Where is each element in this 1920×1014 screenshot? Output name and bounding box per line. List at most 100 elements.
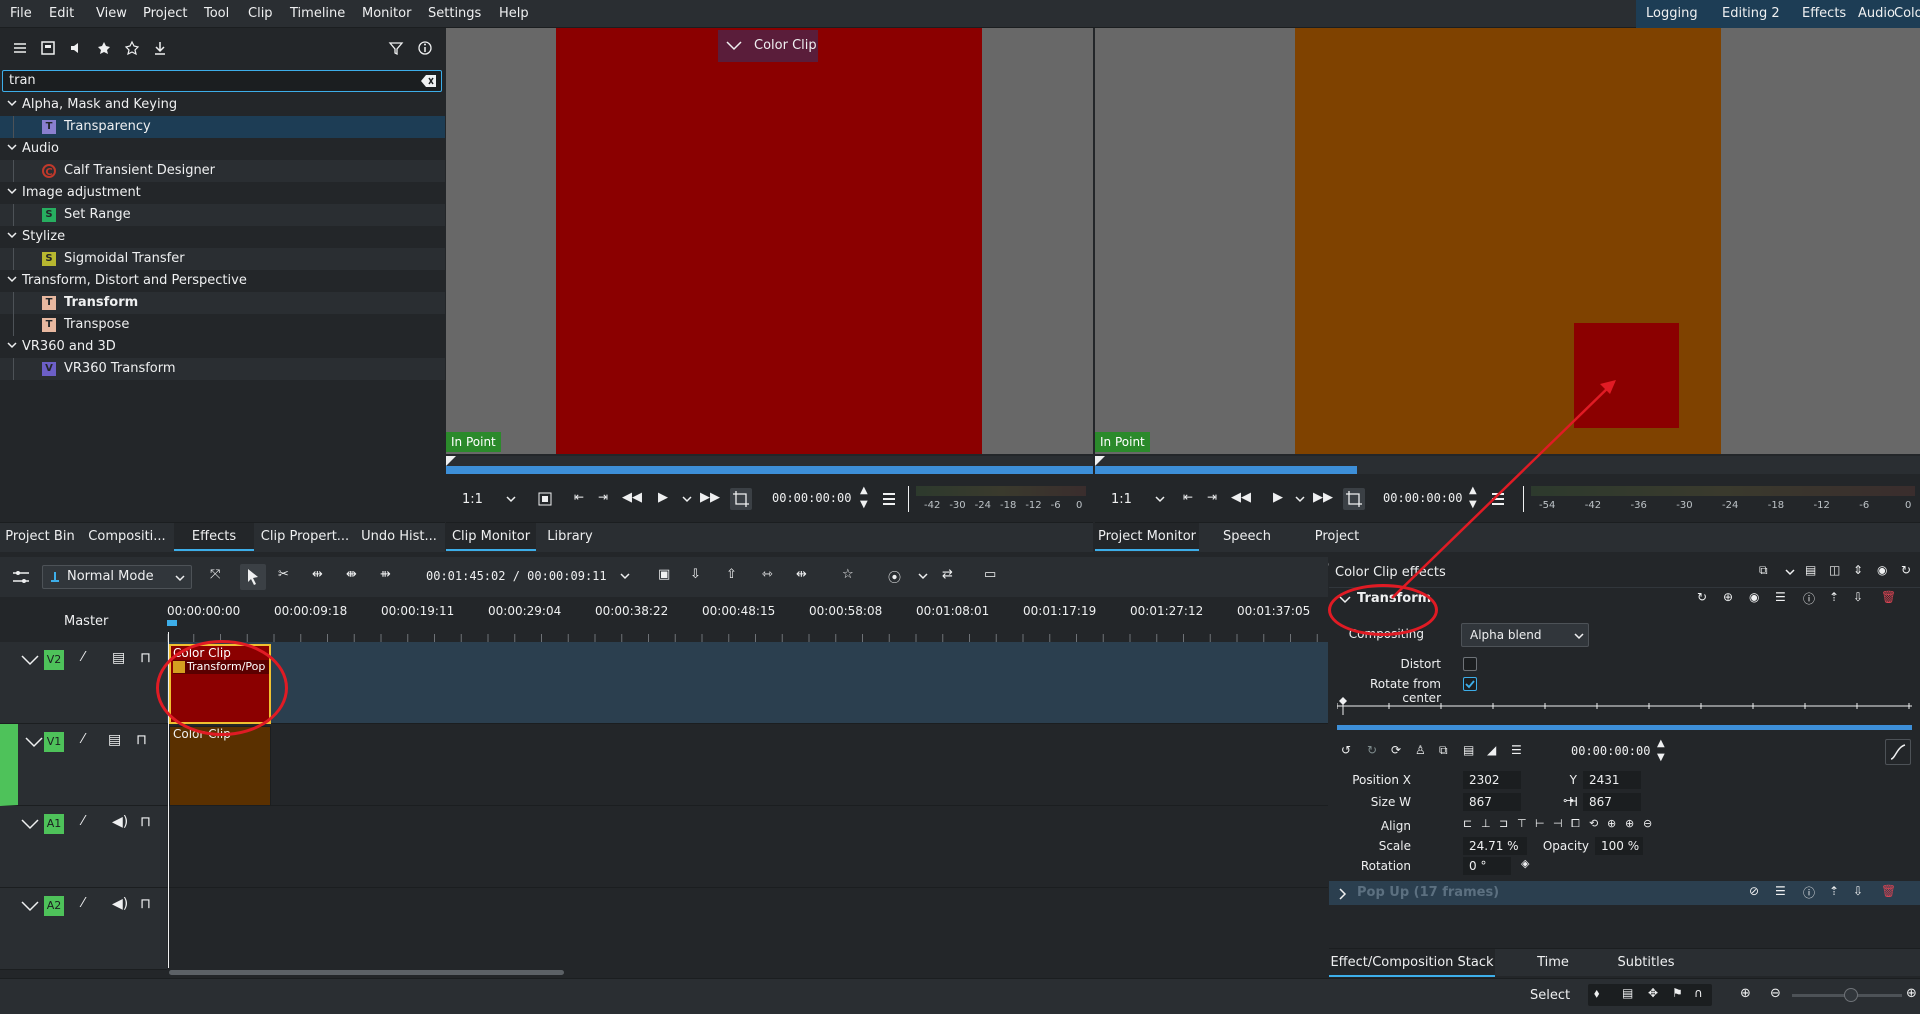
settings-icon[interactable]: ☰ [1775,884,1786,898]
favorite-star-icon[interactable]: ☆ [842,567,854,582]
size-w-input[interactable]: 867 [1463,793,1521,811]
center-icon[interactable]: ♙ [1415,743,1426,757]
effect-item[interactable]: C Calf Transient Designer [0,160,445,182]
lock-track-icon[interactable]: ⊓ [140,650,151,666]
effect-item[interactable]: S Set Range [0,204,445,226]
effects-wand-icon[interactable]: ⁄ [82,732,84,747]
effects-search-input[interactable]: tran [2,70,442,92]
keyframe-ruler[interactable] [1337,695,1912,715]
track-header[interactable]: A2 ⁄ ◀) ⊓ [0,888,167,970]
clip-name-overlay[interactable]: Color Clip [718,30,818,62]
lock-track-icon[interactable]: ⊓ [140,814,151,830]
position-x-input[interactable]: 2302 [1463,771,1521,789]
reset-icon[interactable]: ↻ [1901,563,1911,577]
effect-category[interactable]: Stylize [0,226,445,248]
zoom-fit-icon[interactable]: ⊕ [1740,986,1751,1001]
prev-keyframe-icon[interactable]: ↺ [1341,743,1351,757]
align-icon[interactable]: ⊢ [1535,817,1545,830]
subtitle-icon[interactable]: ▭ [984,567,996,582]
fit-frame-icon[interactable] [538,492,552,506]
effects-wand-icon[interactable]: ⁄ [82,650,84,665]
chevron-down-icon[interactable] [620,573,630,580]
rewind-icon[interactable]: ◀◀ [1231,490,1251,505]
zoom-slider[interactable] [1792,988,1902,1002]
curve-editor-icon[interactable] [1885,739,1911,765]
menu-icon[interactable] [882,492,896,506]
effect-category[interactable]: Image adjustment [0,182,445,204]
menu-file[interactable]: File [10,6,32,21]
tab-time-remapping[interactable]: Time Remapping [1499,949,1607,998]
info-icon[interactable]: ⓘ [1803,884,1815,901]
collapse-icon[interactable]: ⇕ [1853,563,1863,577]
save-stack-icon[interactable]: ▤ [1805,563,1816,577]
lock-track-icon[interactable]: ⊓ [136,732,147,748]
track-name-badge[interactable]: V2 [44,650,64,670]
popup-effect-header[interactable]: Pop Up (17 frames) ⊘ ☰ ⓘ ⇡ ⇩ 🗑 [1329,881,1920,905]
timeline-ruler[interactable]: 00:00:00:00 00:00:09:18 00:00:19:11 00:00:2… [167,598,1328,642]
zoom-out-icon[interactable]: ⊖ [1770,986,1781,1001]
set-in-icon[interactable]: ⇤ [574,490,584,504]
clip-v1[interactable]: Color Clip [169,726,271,806]
crop-icon[interactable] [1343,488,1365,510]
track-lane[interactable] [167,806,1328,888]
chevron-down-icon[interactable] [1785,569,1795,576]
hide-video-icon[interactable]: ▤ [112,650,125,666]
ripple-tool-icon[interactable]: ⇹ [312,567,323,582]
menu-settings[interactable]: Settings [428,6,481,21]
download-icon[interactable] [152,40,168,56]
snap-icon[interactable]: ✥ [1648,986,1658,1000]
clear-search-icon[interactable] [421,74,437,88]
align-icon[interactable]: ⊥ [1481,817,1491,830]
menu-timeline[interactable]: Timeline [290,6,345,21]
info-icon[interactable]: ⓘ [1803,590,1815,607]
tab-project-monitor[interactable]: Project Monitor [1095,523,1199,551]
thumbnail-icon[interactable]: ▤ [1622,986,1633,1000]
effects-wand-icon[interactable]: ⁄ [82,814,84,829]
compositing-select[interactable]: Alpha blend [1461,623,1589,647]
mute-audio-icon[interactable]: ◀) [112,814,128,830]
tab-clip-properties[interactable]: Clip Propert... [258,523,352,551]
clip-zoom-select[interactable]: 1:1 [462,492,483,507]
effect-item[interactable]: T Transparency [0,116,445,138]
distort-checkbox[interactable] [1463,657,1477,671]
favorites-icon[interactable] [124,40,140,56]
position-y-input[interactable]: 2431 [1583,771,1641,789]
chevron-down-icon[interactable] [682,496,692,503]
play-icon[interactable]: ▶ [1273,490,1283,505]
align-icon[interactable]: ⊤ [1517,817,1527,830]
overwrite-icon[interactable]: ▣ [658,567,670,582]
rotation-input[interactable]: 0 ° [1463,857,1511,875]
settings-icon[interactable]: ☰ [1775,590,1786,604]
zoom-effect-icon[interactable]: ⊕ [1723,590,1733,604]
effect-category[interactable]: Transform, Distort and Perspective [0,270,445,292]
video-effects-icon[interactable] [40,40,56,56]
project-zoom-select[interactable]: 1:1 [1111,492,1132,507]
workspace-editing[interactable]: Editing 2 [1716,0,1786,28]
align-icon[interactable]: ⊏ [1463,817,1472,830]
timeline-position[interactable]: 00:01:45:02 / 00:00:09:11 [426,569,607,583]
effect-item[interactable]: T Transform [0,292,445,314]
workspace-logging[interactable]: Logging [1640,0,1704,28]
magnet-icon[interactable]: ∩ [1694,986,1703,1000]
paste-icon[interactable]: ▤ [1463,743,1474,757]
forward-icon[interactable]: ▶▶ [1313,490,1333,505]
record-icon[interactable]: ⦿ [888,567,901,586]
workspace-color[interactable]: Color [1888,0,1920,28]
master-label[interactable]: Master [64,614,108,629]
workspace-effects[interactable]: Effects [1796,0,1852,28]
tab-library[interactable]: Library [540,523,600,551]
interpolation-icon[interactable]: ◢ [1487,743,1496,757]
rewind-icon[interactable]: ◀◀ [622,490,642,505]
tab-subtitles[interactable]: Subtitles [1611,949,1681,977]
clip-monitor-ruler[interactable] [446,456,1093,474]
split-view-icon[interactable]: ◫ [1829,563,1840,577]
tab-project-bin[interactable]: Project Bin [0,523,80,551]
move-up-icon[interactable]: ⇡ [1829,590,1839,604]
opacity-input[interactable]: 100 % [1595,837,1643,855]
next-keyframe-icon[interactable]: ⟳ [1391,743,1401,757]
clip-timecode[interactable]: 00:00:00:00 [772,491,851,505]
menu-project[interactable]: Project [143,6,187,21]
track-name-badge[interactable]: V1 [44,732,64,752]
edit-mode-select[interactable]: Normal Mode [42,565,192,589]
crop-icon[interactable] [730,488,752,510]
